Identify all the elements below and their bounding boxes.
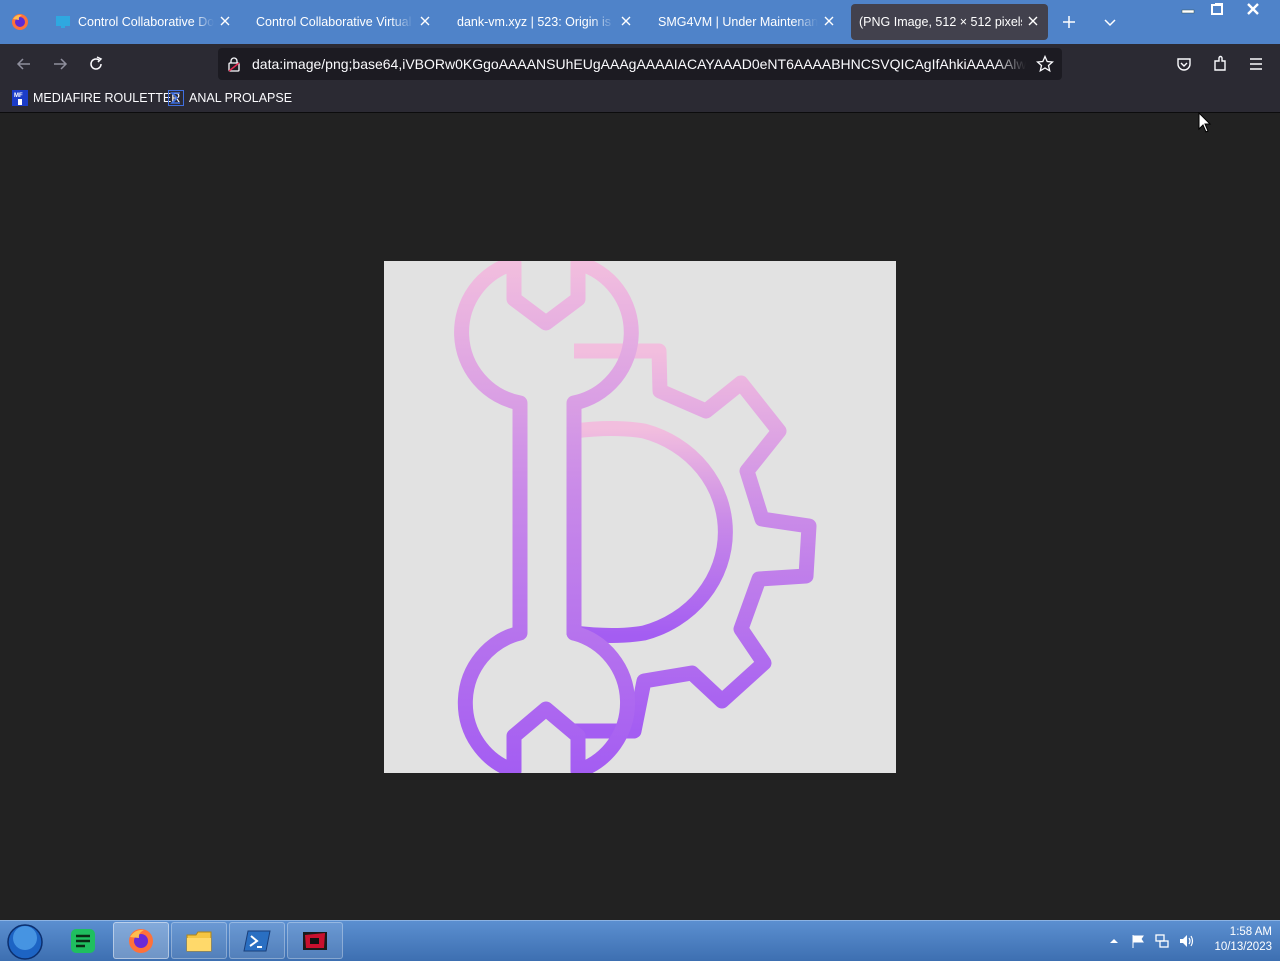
close-tab-icon[interactable] (218, 14, 232, 28)
menu-icon[interactable] (1247, 55, 1265, 73)
new-tab-icon[interactable] (1060, 13, 1078, 31)
show-hidden-icons-icon[interactable] (1106, 933, 1122, 949)
mouse-cursor-icon (1198, 112, 1212, 133)
bookmarks-toolbar: MF MEDIAFIRE ROULETTER ANAL PROLAPSE (0, 84, 1280, 113)
taskbar-explorer-app[interactable] (171, 922, 227, 959)
start-orb-icon[interactable] (6, 923, 44, 961)
restore-icon[interactable] (1204, 0, 1230, 18)
clock-date: 10/13/2023 (1214, 941, 1272, 953)
svg-text:MF: MF (14, 93, 23, 99)
bookmark-label: ANAL PROLAPSE (189, 91, 293, 105)
address-bar[interactable]: data:image/png;base64,iVBORw0KGgoAAAANSU… (218, 48, 1062, 80)
png-image[interactable] (384, 255, 896, 779)
close-tab-icon[interactable] (822, 14, 836, 28)
mediafire-icon: MF (12, 90, 28, 106)
close-window-icon[interactable] (1232, 0, 1274, 18)
powershell-icon (243, 930, 271, 951)
taskbar-sheets-app[interactable] (55, 922, 111, 959)
tab-title: dank-vm.xyz | 523: Origin is unr (457, 15, 615, 29)
monitor-favicon-icon (56, 16, 70, 28)
firefox-icon (129, 928, 153, 953)
tab-title: SMG4VM | Under Maintenance (658, 15, 818, 29)
explorer-icon (186, 931, 212, 951)
taskbar-firefox-app[interactable] (113, 922, 169, 959)
wrench-gear-icon (454, 255, 817, 779)
back-icon[interactable] (15, 55, 33, 73)
bookmark-anal-prolapse[interactable]: ANAL PROLAPSE (168, 90, 292, 106)
list-all-tabs-icon[interactable] (1101, 13, 1119, 31)
bookmark-mediafire-rouletter[interactable]: MF MEDIAFIRE ROULETTER (12, 90, 180, 106)
tab-control-collaborative-virtual[interactable]: Control Collaborative Virtual M (248, 4, 440, 40)
taskbar-game-app[interactable] (287, 922, 343, 959)
clock-time: 1:58 AM (1229, 926, 1272, 938)
taskbar-powershell-app[interactable] (229, 922, 285, 959)
firefox-logo-icon[interactable] (10, 12, 30, 32)
tab-title: (PNG Image, 512 × 512 pixels) (859, 15, 1022, 29)
image-viewer-page (0, 113, 1280, 920)
lock-icon[interactable] (226, 56, 242, 72)
tab-smg4vm[interactable]: SMG4VM | Under Maintenance (650, 4, 844, 40)
sheets-icon (71, 928, 95, 953)
url-text[interactable]: data:image/png;base64,iVBORw0KGgoAAAANSU… (252, 56, 1026, 72)
system-clock[interactable]: 1:58 AM 10/13/2023 (1202, 925, 1272, 955)
close-tab-icon[interactable] (619, 14, 633, 28)
volume-icon[interactable] (1178, 933, 1194, 949)
forward-icon[interactable] (51, 55, 69, 73)
extensions-icon[interactable] (1211, 55, 1229, 73)
action-center-flag-icon[interactable] (1130, 933, 1146, 949)
tab-title: Control Collaborative Door (78, 15, 214, 29)
minimize-icon[interactable] (1176, 0, 1202, 18)
tab-control-collaborative-door[interactable]: Control Collaborative Door (48, 4, 240, 40)
close-tab-icon[interactable] (1026, 14, 1040, 28)
tab-strip: Control Collaborative Door Control Colla… (0, 0, 1280, 44)
star-icon[interactable] (1036, 55, 1054, 73)
sigma-icon (168, 90, 184, 106)
taskbar (0, 920, 1280, 961)
video-game-icon (303, 931, 327, 950)
network-icon[interactable] (1154, 933, 1170, 949)
pocket-icon[interactable] (1175, 55, 1193, 73)
navigation-toolbar: data:image/png;base64,iVBORw0KGgoAAAANSU… (0, 44, 1280, 84)
close-tab-icon[interactable] (418, 14, 432, 28)
reload-icon[interactable] (87, 55, 105, 73)
bookmark-label: MEDIAFIRE ROULETTER (33, 91, 181, 105)
tab-png-image[interactable]: (PNG Image, 512 × 512 pixels) (851, 4, 1048, 40)
tab-title: Control Collaborative Virtual M (256, 15, 414, 29)
tab-dank-vm[interactable]: dank-vm.xyz | 523: Origin is unr (449, 4, 641, 40)
